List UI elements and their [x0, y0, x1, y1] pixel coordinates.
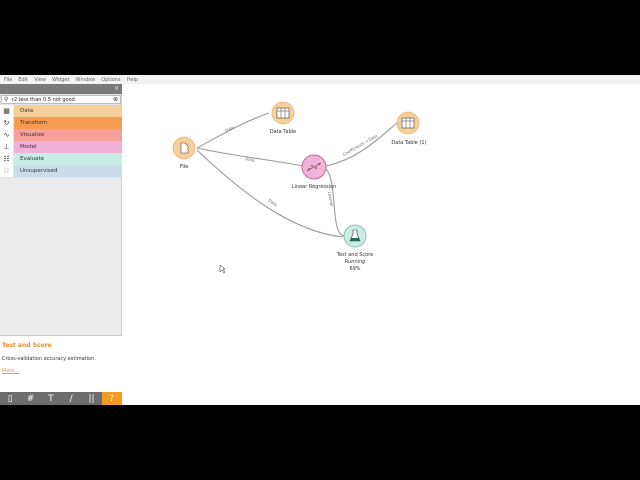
- workflow-canvas[interactable]: Data Data Data Coefficients → Data Learn…: [123, 84, 640, 405]
- close-icon[interactable]: ×: [114, 85, 119, 92]
- link-label-linreg-datatable1: Coefficients → Data: [342, 133, 379, 157]
- table-icon: [276, 107, 290, 119]
- category-transform[interactable]: ↻ Transform: [0, 117, 122, 129]
- category-label: Transform: [20, 120, 48, 126]
- unsupervised-icon: ∷: [0, 165, 14, 177]
- category-label: Visualize: [20, 132, 45, 138]
- node-label-data-table-1: Data Table (1): [391, 140, 426, 146]
- model-icon: ⊥: [0, 141, 14, 153]
- category-label: Model: [20, 144, 37, 150]
- node-label-file: File: [180, 164, 188, 170]
- category-label: Data: [20, 108, 34, 114]
- category-data[interactable]: ▦ Data: [0, 105, 122, 117]
- link-label-file-linreg: Data: [245, 156, 256, 163]
- help-description: Cross-validation accuracy estimation.: [2, 356, 96, 362]
- menu-bar: File Edit View Widget Window Options Hel…: [0, 75, 640, 84]
- node-progress: 69%: [349, 266, 360, 272]
- search-icon: ⚲: [4, 96, 9, 103]
- search-input-value: r2 less than 0.5 not good: [12, 97, 75, 103]
- link-file-datatable[interactable]: [196, 112, 270, 149]
- menu-edit[interactable]: Edit: [18, 77, 28, 83]
- menu-widget[interactable]: Widget: [52, 77, 70, 83]
- clear-search-icon[interactable]: ⊗: [113, 96, 118, 103]
- search-input[interactable]: ⚲ r2 less than 0.5 not good ⊗: [1, 95, 121, 104]
- transform-icon: ↻: [0, 117, 14, 129]
- node-data-table-1[interactable]: Data Table (1): [391, 111, 427, 146]
- orange-app-window: File Edit View Widget Window Options Hel…: [0, 75, 640, 405]
- text-annotation-icon[interactable]: T: [41, 392, 61, 405]
- document-icon[interactable]: ▯: [0, 392, 20, 405]
- link-label-file-testscore: Data: [267, 198, 278, 208]
- category-evaluate[interactable]: ☷ Evaluate: [0, 153, 122, 165]
- menu-options[interactable]: Options: [101, 77, 120, 83]
- bottom-toolbar: ▯ # T ∕ || ?: [0, 392, 122, 405]
- help-title: Test and Score: [2, 342, 52, 349]
- menu-help[interactable]: Help: [127, 77, 138, 83]
- category-visualize[interactable]: ∿ Visualize: [0, 129, 122, 141]
- sidebar-titlebar: ×: [0, 84, 122, 94]
- node-status-running: Running: [345, 259, 366, 265]
- node-label-data-table: Data Table: [270, 129, 296, 135]
- menu-view[interactable]: View: [34, 77, 46, 83]
- evaluate-icon: ☷: [0, 153, 14, 165]
- node-label-test-and-score: Test and Score: [336, 252, 373, 258]
- chart-icon: ∿: [0, 129, 14, 141]
- mouse-cursor-icon: [219, 264, 226, 274]
- link-linreg-testscore[interactable]: [325, 168, 345, 237]
- menu-file[interactable]: File: [4, 77, 12, 83]
- help-icon[interactable]: ?: [101, 392, 122, 405]
- arrow-annotation-icon[interactable]: ∕: [61, 392, 81, 405]
- widget-sidebar: × ⚲ r2 less than 0.5 not good ⊗ ▦ Data ↻…: [0, 84, 122, 405]
- table-icon: ▦: [0, 105, 14, 117]
- grid-icon[interactable]: #: [20, 392, 40, 405]
- node-label-linear-regression: Linear Regression: [292, 184, 336, 190]
- category-model[interactable]: ⊥ Model: [0, 141, 122, 153]
- help-more-link[interactable]: More...: [2, 368, 19, 374]
- link-label-file-datatable: Data: [225, 125, 236, 133]
- pause-icon[interactable]: ||: [81, 392, 101, 405]
- category-label: Evaluate: [20, 156, 45, 162]
- category-unsupervised[interactable]: ∷ Unsupervised: [0, 165, 122, 177]
- menu-window[interactable]: Window: [76, 77, 96, 83]
- table-icon: [401, 117, 415, 129]
- node-file[interactable]: File: [172, 136, 196, 170]
- node-data-table[interactable]: Data Table: [270, 101, 296, 135]
- node-linear-regression[interactable]: Linear Regression: [292, 154, 336, 190]
- node-test-and-score[interactable]: Test and Score Running 69%: [336, 224, 373, 272]
- category-label: Unsupervised: [20, 168, 58, 174]
